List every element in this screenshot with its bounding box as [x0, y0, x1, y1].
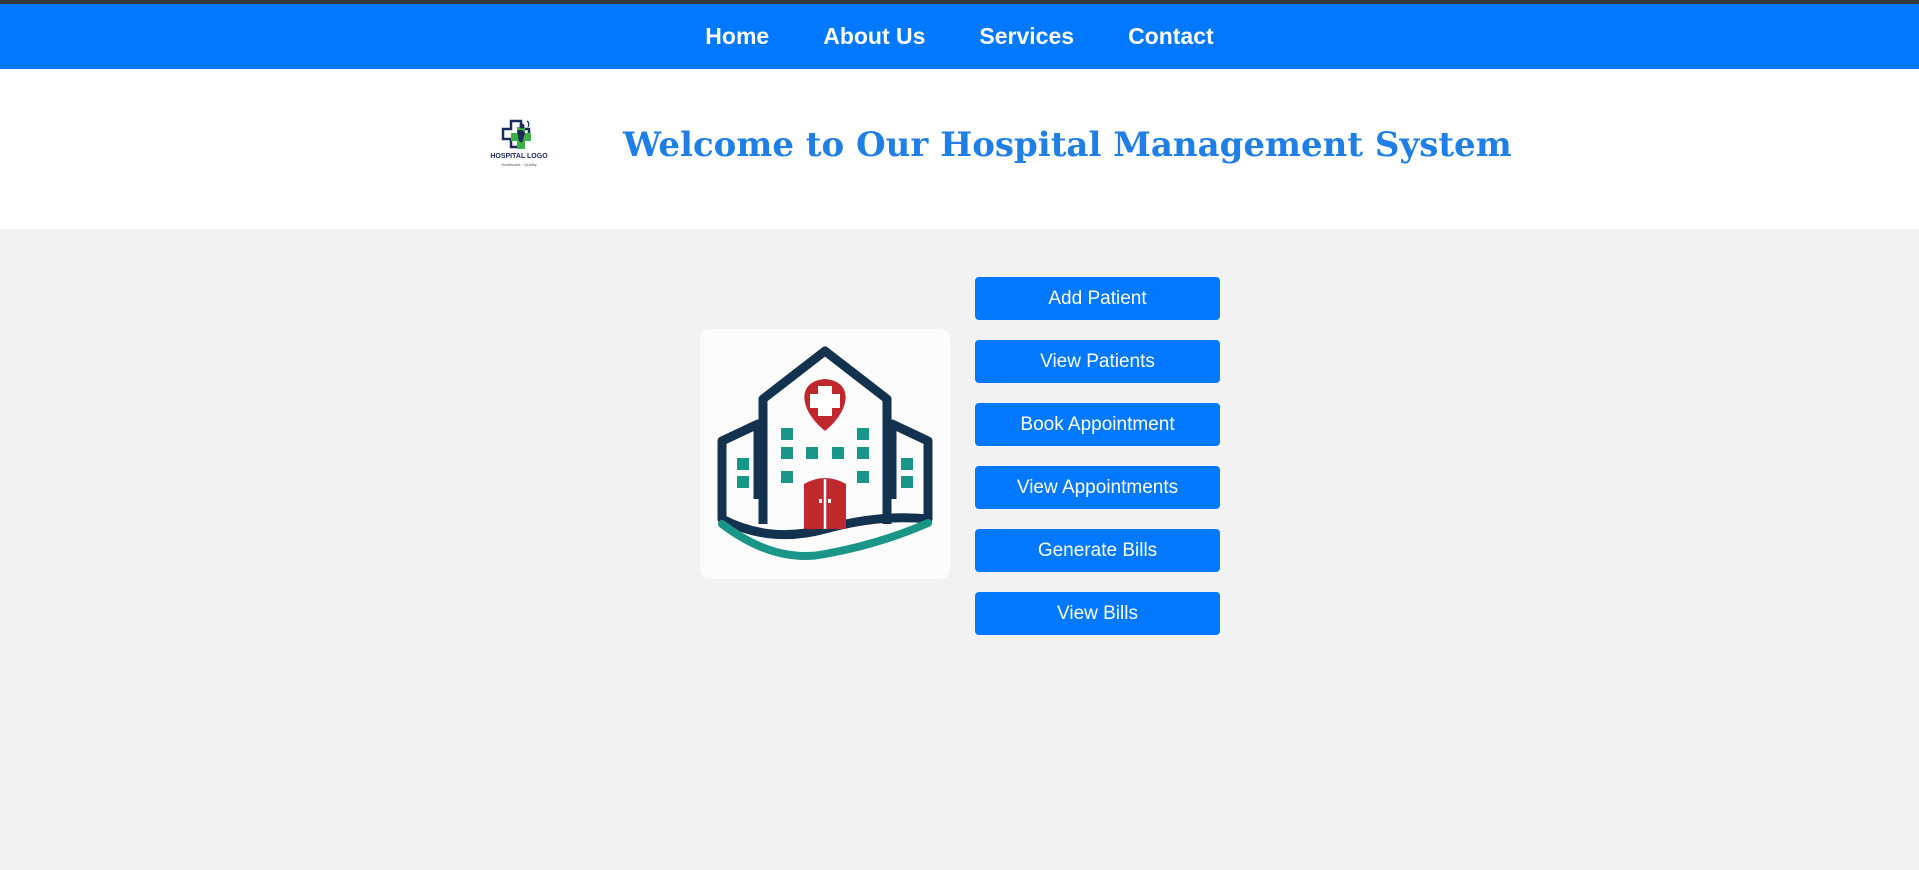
nav-contact-link[interactable]: Contact: [1128, 23, 1214, 50]
action-buttons: Add Patient View Patients Book Appointme…: [975, 277, 1220, 635]
view-appointments-button[interactable]: View Appointments: [975, 466, 1220, 509]
logo-subtext: Healthcare · Quality: [501, 162, 537, 167]
hospital-building-image: [700, 329, 950, 579]
view-bills-button[interactable]: View Bills: [975, 592, 1220, 635]
hospital-logo: HOSPITAL LOGO Healthcare · Quality: [487, 117, 551, 175]
view-patients-button[interactable]: View Patients: [975, 340, 1220, 383]
nav-home-link[interactable]: Home: [705, 23, 769, 50]
add-patient-button[interactable]: Add Patient: [975, 277, 1220, 320]
logo-text: HOSPITAL LOGO: [490, 153, 548, 160]
page-header: HOSPITAL LOGO Healthcare · Quality Welco…: [0, 69, 1919, 229]
page-title: Welcome to Our Hospital Management Syste…: [623, 125, 1512, 165]
main-content: Add Patient View Patients Book Appointme…: [0, 229, 1919, 870]
generate-bills-button[interactable]: Generate Bills: [975, 529, 1220, 572]
hospital-cross-logo-icon: [501, 119, 531, 149]
nav-services-link[interactable]: Services: [979, 23, 1074, 50]
main-navbar: Home About Us Services Contact: [0, 4, 1919, 69]
hospital-building-icon: [717, 346, 933, 560]
book-appointment-button[interactable]: Book Appointment: [975, 403, 1220, 446]
nav-about-link[interactable]: About Us: [823, 23, 925, 50]
